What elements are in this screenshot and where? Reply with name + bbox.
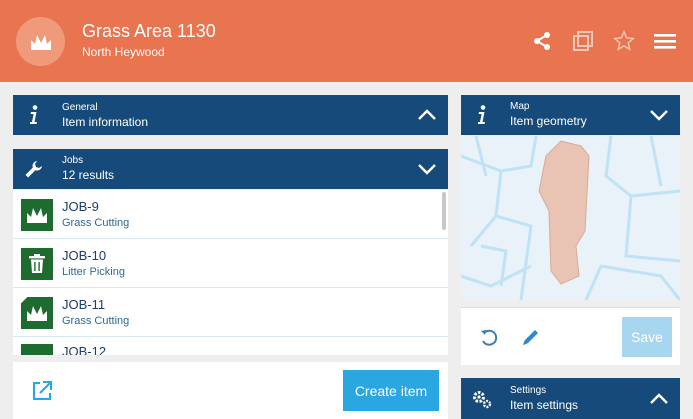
wrench-icon (23, 158, 45, 180)
create-item-button[interactable]: Create item (343, 370, 439, 411)
jobs-count: 12 results (62, 168, 115, 182)
page-subtitle: North Heywood (82, 45, 165, 59)
trash-icon (21, 248, 53, 280)
info-icon (23, 104, 45, 126)
map-panel-header[interactable]: Map Item geometry (461, 95, 680, 135)
grass-icon (16, 17, 65, 66)
chevron-up-icon[interactable] (416, 108, 438, 122)
map-view[interactable] (461, 136, 680, 300)
chevron-down-icon[interactable] (648, 108, 670, 122)
settings-label: Settings (510, 385, 547, 396)
job-type: Grass Cutting (62, 217, 130, 229)
map-toolbar: Save (461, 307, 680, 365)
grass-icon (21, 297, 53, 329)
pencil-icon[interactable] (521, 327, 541, 347)
job-id: JOB-10 (62, 248, 107, 263)
gears-icon (471, 388, 493, 410)
general-value: Item information (62, 115, 149, 129)
star-icon[interactable] (612, 29, 636, 53)
external-link-icon[interactable] (31, 380, 53, 402)
jobs-label: Jobs (62, 155, 84, 166)
save-button[interactable]: Save (622, 317, 672, 357)
job-type: Litter Picking (62, 266, 125, 278)
menu-icon[interactable] (653, 29, 677, 53)
job-id: JOB-9 (62, 199, 99, 214)
grass-icon (21, 344, 53, 355)
share-icon[interactable] (530, 29, 554, 53)
jobs-panel-header[interactable]: Jobs 12 results (13, 149, 448, 189)
general-panel-header[interactable]: General Item information (13, 95, 448, 135)
job-type: Grass Cutting (62, 315, 130, 327)
list-item[interactable]: JOB-9 Grass Cutting (13, 190, 448, 239)
settings-value: Item settings (510, 398, 579, 412)
copy-icon[interactable] (571, 29, 595, 53)
chevron-up-icon[interactable] (648, 392, 670, 406)
list-item[interactable]: JOB-10 Litter Picking (13, 239, 448, 288)
map-label: Map (510, 101, 530, 112)
page-title: Grass Area 1130 (82, 21, 216, 41)
chevron-down-icon[interactable] (416, 162, 438, 176)
map-canvas (461, 136, 680, 300)
general-label: General (62, 102, 98, 113)
map-value: Item geometry (510, 114, 587, 128)
jobs-list[interactable]: JOB-9 Grass Cutting JOB-10 Litter Pickin… (13, 190, 448, 355)
job-id: JOB-12 (62, 344, 107, 355)
jobs-footer: Create item (13, 362, 448, 419)
grass-icon (21, 199, 53, 231)
undo-icon[interactable] (479, 328, 499, 348)
list-item[interactable]: JOB-11 Grass Cutting (13, 288, 448, 337)
scrollbar[interactable] (442, 192, 446, 230)
job-id: JOB-11 (62, 297, 106, 312)
info-icon (471, 104, 493, 126)
app-header: Grass Area 1130 North Heywood (0, 0, 693, 82)
list-item[interactable]: JOB-12 (13, 337, 448, 355)
settings-panel-header[interactable]: Settings Item settings (461, 378, 680, 419)
